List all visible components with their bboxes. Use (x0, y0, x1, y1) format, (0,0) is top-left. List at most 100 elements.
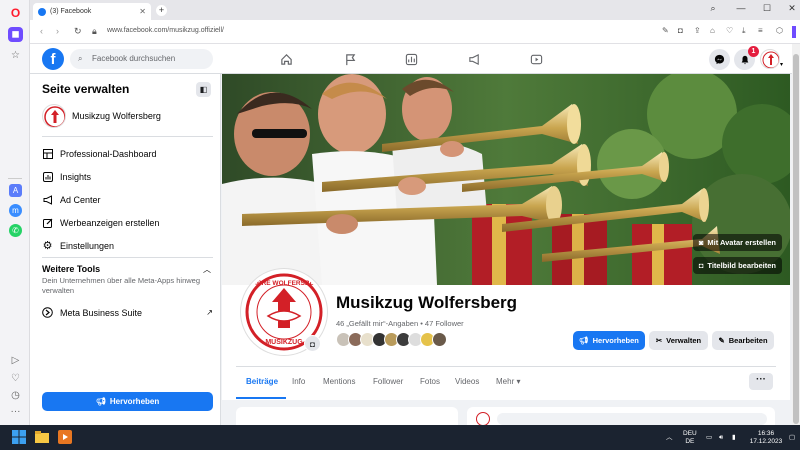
star-icon[interactable]: ☆ (9, 49, 22, 62)
profile-camera-icon[interactable]: ◘ (304, 335, 321, 352)
account-avatar[interactable] (760, 49, 780, 69)
url-field[interactable]: www.facebook.com/musikzug.offiziell/ (107, 27, 224, 34)
notification-center-icon[interactable]: ▢ (789, 434, 795, 442)
tab-more[interactable]: Mehr ▾ (496, 377, 520, 386)
tab-facebook[interactable]: (3) Facebook ✕ (33, 3, 151, 20)
edit-label: Bearbeiten (728, 336, 768, 345)
camera-icon: ◘ (698, 261, 704, 270)
edit-button[interactable]: ✎ Bearbeiten (712, 331, 774, 350)
back-icon[interactable]: ‹ (40, 26, 43, 36)
profile-card: PFARRE WOLFERSBERG MUSIKZUG ◘ Musikzug W… (222, 269, 790, 400)
follower-avatars[interactable] (336, 332, 447, 347)
sidebar-boost-button[interactable]: 📢︎ Hervorheben (42, 392, 213, 411)
tab-videos[interactable]: Videos (455, 377, 479, 386)
boost-label: Hervorheben (592, 336, 639, 345)
camera-icon[interactable]: ◘ (678, 26, 683, 35)
download-icon[interactable]: ⤓ (742, 26, 746, 36)
heart-icon[interactable]: ♡ (726, 26, 733, 35)
facebook-header: f ⌕ Facebook durchsuchen 1 ▾ (30, 44, 792, 74)
clock[interactable]: 16:36 17.12.2023 (746, 430, 786, 446)
sidebar-item-dashboard[interactable]: Professional-Dashboard (42, 148, 213, 159)
composer-input[interactable] (497, 413, 767, 425)
sidebar-item-insights[interactable]: Insights (42, 171, 213, 182)
tab-posts[interactable]: Beiträge (246, 377, 278, 386)
panel-title: Seite verwalten (42, 82, 130, 96)
reload-icon[interactable]: ↻ (74, 26, 82, 37)
messenger-button[interactable] (709, 49, 730, 70)
aria-icon[interactable]: A (9, 184, 22, 197)
flag-icon[interactable] (342, 51, 358, 67)
edit-icon[interactable]: ✎ (662, 26, 669, 35)
avatar-icon: ◙ (698, 238, 704, 247)
tag-icon[interactable]: ⌂ (710, 26, 715, 35)
share-icon[interactable]: ⇪ (694, 26, 701, 35)
tab-info[interactable]: Info (292, 377, 305, 386)
opera-logo-icon[interactable]: O (9, 6, 22, 20)
search-tabs-icon[interactable]: ⌕ (706, 3, 720, 14)
sidebar-item-label: Einstellungen (60, 240, 115, 251)
sidebar-item-create-ads[interactable]: Werbeanzeigen erstellen (42, 217, 213, 228)
tab-followers[interactable]: Follower (373, 377, 403, 386)
heart-icon[interactable]: ♡ (9, 372, 22, 385)
player-icon[interactable]: ▷ (9, 354, 22, 367)
maximize-button[interactable]: ☐ (760, 3, 774, 14)
forward-icon[interactable]: › (56, 26, 59, 36)
language-indicator[interactable]: DEU DE (683, 430, 697, 446)
extensions-icon[interactable]: ⬡ (776, 26, 783, 35)
windows-start-icon[interactable] (12, 430, 26, 444)
tab-mentions[interactable]: Mentions (323, 377, 355, 386)
home-icon[interactable] (278, 51, 294, 67)
page-name-small: Musikzug Wolfersberg (72, 111, 161, 121)
tab-photos[interactable]: Fotos (420, 377, 440, 386)
menu-icon[interactable]: ≡ (758, 26, 763, 35)
scroll-thumb[interactable] (793, 54, 799, 424)
create-avatar-button[interactable]: ◙ Mit Avatar erstellen (692, 234, 782, 251)
new-tab-button[interactable]: + (156, 5, 167, 16)
more-icon[interactable]: ··· (9, 405, 22, 418)
megaphone-nav-icon[interactable] (466, 51, 482, 67)
easy-setup-icon[interactable] (792, 26, 796, 38)
account-chevron-icon[interactable]: ▾ (780, 61, 783, 68)
collapse-panel-icon[interactable]: ◧ (196, 82, 211, 97)
history-icon[interactable]: ◷ (9, 389, 22, 402)
more-options-button[interactable]: ··· (749, 373, 773, 390)
composer-card (467, 407, 775, 426)
minimize-button[interactable]: — (734, 3, 748, 13)
more-tools-header[interactable]: Weitere Tools ︿ (42, 264, 213, 274)
follower-avatar[interactable] (432, 332, 447, 347)
volume-icon[interactable]: 🔊︎ (719, 434, 723, 442)
page-scrollbar[interactable] (792, 44, 800, 425)
network-icon[interactable]: ▭ (706, 434, 712, 442)
search-input[interactable]: ⌕ Facebook durchsuchen (70, 49, 213, 69)
cover-photo[interactable]: ◙ Mit Avatar erstellen ◘ Titelbild bearb… (222, 74, 790, 285)
whatsapp-icon[interactable]: ✆ (9, 224, 22, 237)
video-icon[interactable] (528, 51, 544, 67)
opera-sidebar: O ◼ ☆ A m ✆ ▷ ♡ ◷ ··· (0, 0, 30, 425)
megaphone-icon: 📢︎ (95, 397, 106, 406)
messenger-icon[interactable]: m (9, 204, 22, 217)
megaphone-icon (42, 194, 53, 205)
battery-icon[interactable]: ▮ (732, 434, 736, 442)
media-app-icon[interactable] (58, 430, 72, 444)
tab-close-icon[interactable]: ✕ (139, 7, 146, 16)
workspace-icon[interactable]: ◼ (8, 27, 23, 42)
sidebar-item-ad-center[interactable]: Ad Center (42, 194, 213, 205)
external-link-icon: ↗ (206, 308, 213, 317)
tray-chevron-icon[interactable]: ︿ (666, 434, 673, 442)
insights-nav-icon[interactable] (403, 51, 419, 67)
page-switcher[interactable]: Musikzug Wolfersberg (42, 104, 161, 128)
file-explorer-icon[interactable] (35, 430, 49, 444)
facebook-logo-icon[interactable]: f (42, 48, 64, 70)
page-stats[interactable]: 46 „Gefällt mir“-Angaben • 47 Follower (336, 319, 464, 328)
edit-cover-button[interactable]: ◘ Titelbild bearbeiten (692, 257, 782, 274)
sidebar-item-settings[interactable]: ⚙ Einstellungen (42, 240, 213, 252)
chevron-up-icon: ︿ (203, 265, 211, 274)
manage-label: Verwalten (666, 336, 702, 345)
manage-button[interactable]: ✂ Verwalten (649, 331, 708, 350)
close-window-button[interactable]: ✕ (785, 3, 799, 14)
dashboard-icon (42, 148, 53, 159)
sidebar-item-label: Werbeanzeigen erstellen (60, 217, 160, 228)
megaphone-icon: 📢︎ (579, 336, 589, 345)
boost-button[interactable]: 📢︎ Hervorheben (573, 331, 645, 350)
meta-business-suite-link[interactable]: Meta Business Suite ↗ (42, 307, 213, 318)
